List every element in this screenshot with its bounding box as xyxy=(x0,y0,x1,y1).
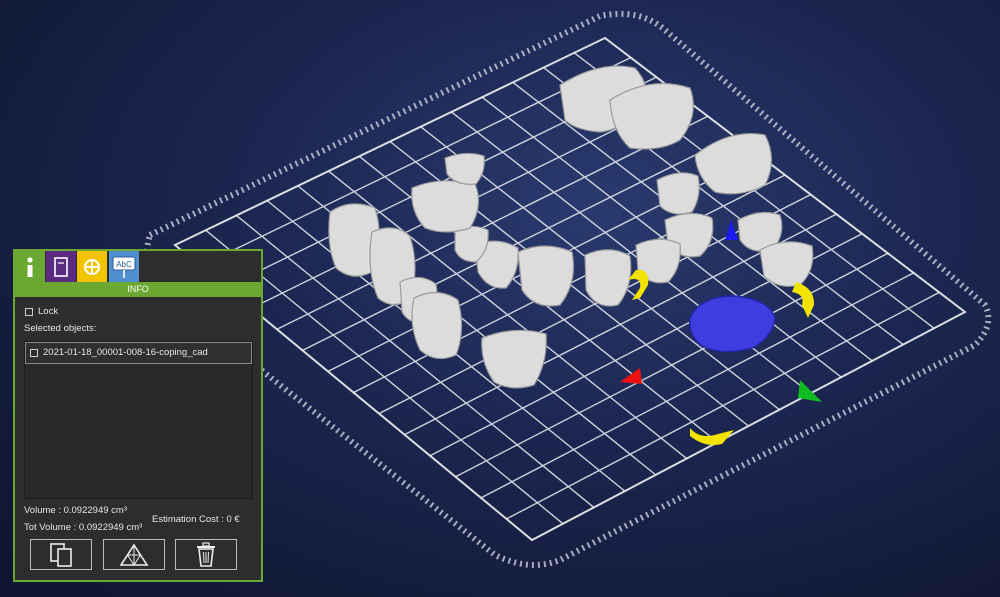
lock-label: Lock xyxy=(38,306,59,317)
trash-icon xyxy=(197,541,215,567)
selected-objects-list[interactable]: 2021-01-18_00001-008-16-coping_cad xyxy=(24,341,253,499)
fx-icon xyxy=(84,258,100,275)
tooth-model xyxy=(759,241,814,287)
tooth-model xyxy=(411,180,480,233)
selected-objects-label: Selected objects: xyxy=(24,323,97,334)
panel-tabs: AbC xyxy=(15,251,261,282)
rotate-arrow-icon[interactable] xyxy=(690,428,734,445)
tooth-model xyxy=(609,83,694,150)
tooth-model xyxy=(517,245,575,307)
panel-header: INFO xyxy=(15,282,261,297)
tab-text-label[interactable]: AbC xyxy=(109,251,139,282)
move-z-arrow-icon[interactable] xyxy=(725,220,738,240)
tab-info[interactable] xyxy=(15,251,45,282)
object-name: 2021-01-18_00001-008-16-coping_cad xyxy=(43,347,208,358)
duplicate-button[interactable] xyxy=(30,539,92,570)
tooth-model xyxy=(481,329,547,389)
info-icon xyxy=(27,256,33,277)
text-label-icon: AbC xyxy=(112,256,136,278)
estimation-cost-label: Estimation Cost : 0 € xyxy=(152,514,240,525)
tab-fx[interactable] xyxy=(77,251,107,282)
move-x-arrow-icon[interactable] xyxy=(620,368,642,384)
delete-button[interactable] xyxy=(175,539,237,570)
tab-book[interactable] xyxy=(46,251,76,282)
tooth-model xyxy=(444,152,485,185)
selected-coping-model[interactable] xyxy=(689,295,776,353)
text-label-icon-text: AbC xyxy=(116,260,132,269)
info-panel: AbC INFO Lock Selected objects: 2021-01-… xyxy=(13,249,263,582)
book-icon xyxy=(54,256,68,277)
tooth-model xyxy=(411,291,463,360)
mesh-button[interactable] xyxy=(103,539,165,570)
tooth-model xyxy=(694,132,773,195)
lock-checkbox[interactable] xyxy=(25,308,33,316)
tooth-model xyxy=(656,172,700,215)
object-checkbox[interactable] xyxy=(30,349,38,357)
mesh-icon xyxy=(119,543,149,566)
volume-label: Volume : 0.0922949 cm³ xyxy=(24,505,127,516)
duplicate-icon xyxy=(50,542,72,567)
tooth-model xyxy=(584,249,632,307)
tot-volume-label: Tot Volume : 0.0922949 cm³ xyxy=(24,522,143,533)
list-item[interactable]: 2021-01-18_00001-008-16-coping_cad xyxy=(25,342,252,364)
